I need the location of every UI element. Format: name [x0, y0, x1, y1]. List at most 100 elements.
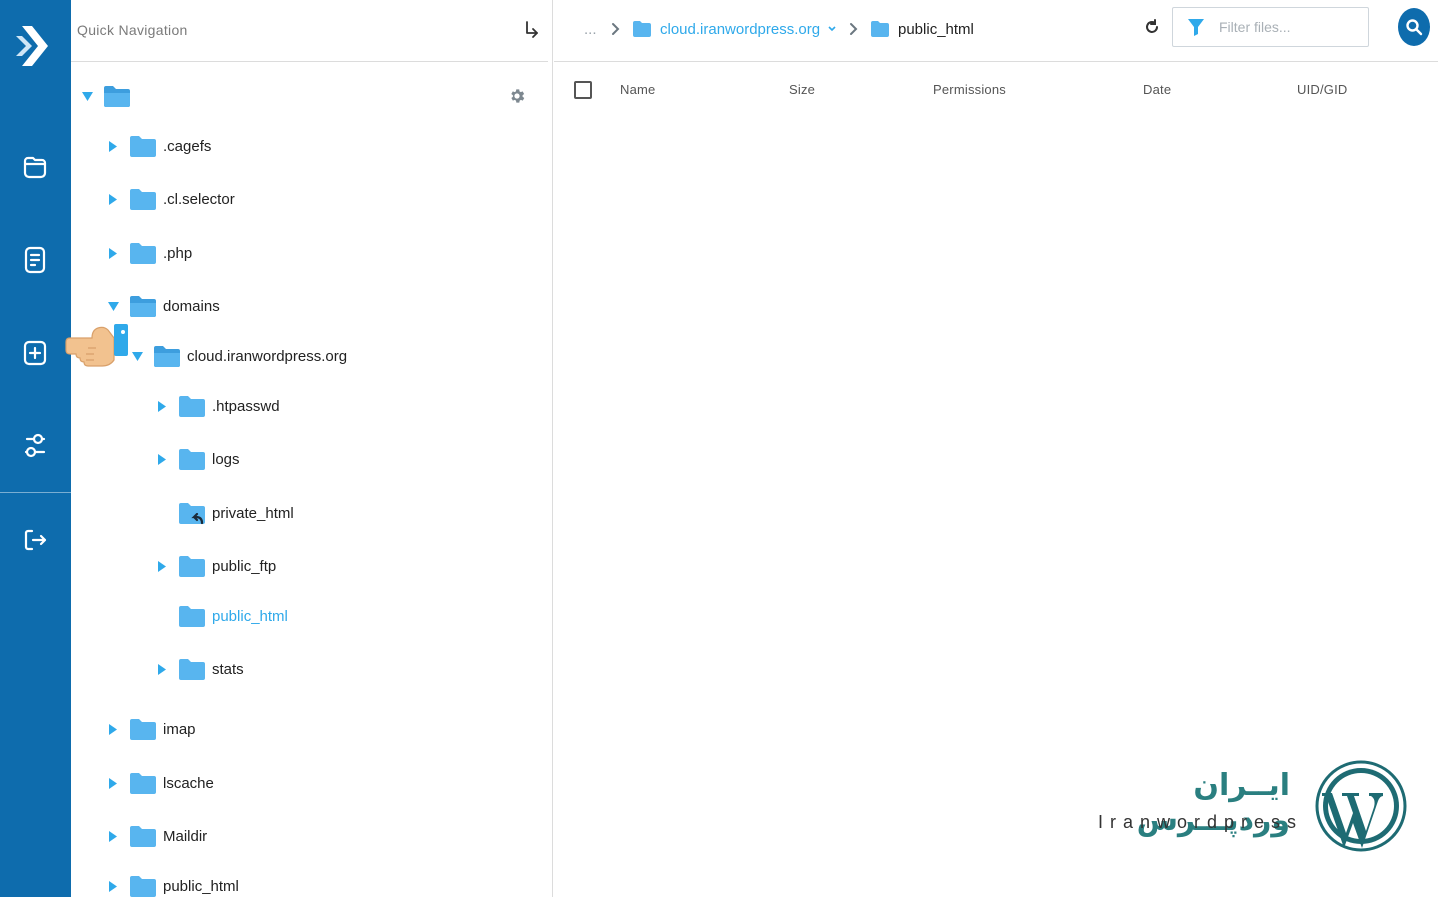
folder-icon [130, 773, 156, 794]
double-chevron-icon[interactable] [16, 24, 54, 68]
tree-toggle[interactable] [107, 723, 119, 735]
tree-toggle[interactable] [107, 880, 119, 892]
folder-icon [130, 719, 156, 740]
column-date[interactable]: Date [1143, 82, 1171, 97]
chevron-down-icon[interactable] [827, 25, 837, 33]
tree-node-cloud-iranwordpress-org[interactable]: cloud.iranwordpress.org [131, 338, 347, 374]
tree-node-public-html[interactable]: public_html [156, 598, 288, 634]
tree-toggle[interactable] [107, 247, 119, 259]
breadcrumb-ellipsis[interactable]: ... [584, 18, 597, 40]
tree-node-label: public_ftp [212, 557, 277, 575]
caret-right-icon[interactable] [109, 777, 117, 789]
tree-node-cl-selector[interactable]: .cl.selector [107, 181, 235, 217]
tree-node-logs[interactable]: logs [156, 441, 240, 477]
caret-right-icon[interactable] [158, 560, 166, 572]
wordpress-logo-icon [1315, 760, 1407, 852]
folder-icon [179, 396, 205, 417]
column-size[interactable]: Size [789, 82, 815, 97]
tree-node-label: .htpasswd [212, 397, 280, 415]
folder-icon-wrap [129, 187, 157, 211]
tree-node-cagefs[interactable]: .cagefs [107, 128, 211, 164]
left-rail [0, 0, 71, 897]
tree-node-maildir[interactable]: Maildir [107, 818, 207, 854]
tree-node-lscache[interactable]: lscache [107, 765, 214, 801]
filter-files-input[interactable] [1219, 19, 1359, 35]
column-name[interactable]: Name [620, 82, 655, 97]
caret-right-icon[interactable] [109, 830, 117, 842]
rail-files-button[interactable] [17, 149, 53, 185]
caret-right-icon[interactable] [109, 140, 117, 152]
folder-icon [179, 606, 205, 627]
folder-icon [633, 21, 651, 37]
chevron-right-icon [612, 23, 620, 35]
tree-toggle[interactable] [107, 777, 119, 789]
tree-node-label: public_html [212, 607, 288, 625]
rail-new-button[interactable] [17, 335, 53, 371]
tree-node-label: lscache [163, 774, 214, 792]
caret-right-icon[interactable] [109, 723, 117, 735]
folder-icon-wrap [178, 501, 206, 525]
hand-pointer-icon [65, 324, 128, 367]
tree-node-private-html[interactable]: private_html [156, 495, 294, 531]
caret-right-icon[interactable] [109, 880, 117, 892]
tree-node-label: logs [212, 450, 240, 468]
select-all-checkbox[interactable] [574, 81, 592, 99]
search-button[interactable] [1398, 8, 1430, 46]
folder-tree-panel: Quick Navigation My Files.cagefs.cl.sele… [71, 0, 553, 897]
caret-right-icon[interactable] [109, 193, 117, 205]
column-uid-gid[interactable]: UID/GID [1297, 82, 1348, 97]
caret-right-icon[interactable] [158, 400, 166, 412]
folder-icon-wrap [178, 604, 206, 628]
folder-icon-wrap [129, 874, 157, 897]
tree-node-label: cloud.iranwordpress.org [187, 347, 348, 365]
tree-node-stats[interactable]: stats [156, 651, 244, 687]
rail-logout-button[interactable] [17, 522, 53, 558]
tree-node-imap[interactable]: imap [107, 711, 196, 747]
tree-node-public-html[interactable]: public_html [107, 868, 239, 897]
folder-icon [130, 826, 156, 847]
column-permissions[interactable]: Permissions [933, 82, 1006, 97]
tree-toggle[interactable] [156, 560, 168, 572]
tree-root-my-files[interactable]: My Files [81, 78, 552, 114]
caret-down-icon[interactable] [131, 351, 143, 361]
tree-toggle[interactable] [131, 350, 143, 362]
tree-node-label: Maildir [163, 827, 208, 845]
folder-icon [130, 243, 156, 264]
tree-toggle[interactable] [156, 400, 168, 412]
tree-node-label: .php [163, 244, 193, 262]
tree-node-public-ftp[interactable]: public_ftp [156, 548, 276, 584]
rail-editor-button[interactable] [17, 242, 53, 278]
logout-icon [24, 529, 47, 551]
tree-toggle[interactable] [107, 140, 119, 152]
tree-node-htpasswd[interactable]: .htpasswd [156, 388, 280, 424]
filter-files-field[interactable] [1172, 7, 1369, 47]
folder-icon-wrap [129, 717, 157, 741]
folder-icon [179, 659, 205, 680]
tree-toggle[interactable] [156, 453, 168, 465]
caret-down-icon[interactable] [107, 301, 119, 311]
tree-toggle[interactable] [107, 830, 119, 842]
refresh-icon[interactable] [1143, 18, 1161, 36]
caret-right-icon[interactable] [158, 453, 166, 465]
caret-down-icon[interactable] [81, 91, 93, 101]
breadcrumb-current[interactable]: public_html [870, 18, 974, 40]
folder-icon-wrap [103, 84, 131, 108]
caret-right-icon[interactable] [109, 247, 117, 259]
tree-node-php[interactable]: .php [107, 235, 192, 271]
tree-toggle[interactable] [107, 300, 119, 312]
tree-toggle[interactable] [156, 663, 168, 675]
breadcrumb-current-label: public_html [898, 20, 974, 38]
folder-icon-wrap [129, 294, 157, 318]
folder-icon [154, 346, 180, 367]
file-manager: Quick Navigation My Files.cagefs.cl.sele… [0, 0, 1438, 897]
tree-node-domains[interactable]: domains [107, 288, 220, 324]
folder-icon-wrap [129, 824, 157, 848]
folder-icon-wrap [178, 447, 206, 471]
breadcrumb-parent[interactable]: cloud.iranwordpress.org [632, 18, 837, 40]
tree-toggle[interactable] [81, 90, 93, 102]
caret-right-icon[interactable] [158, 663, 166, 675]
tree-toggle[interactable] [107, 193, 119, 205]
tree-node-label: stats [212, 660, 244, 678]
rail-settings-button[interactable] [17, 428, 53, 464]
tree-node-label: imap [163, 720, 196, 738]
